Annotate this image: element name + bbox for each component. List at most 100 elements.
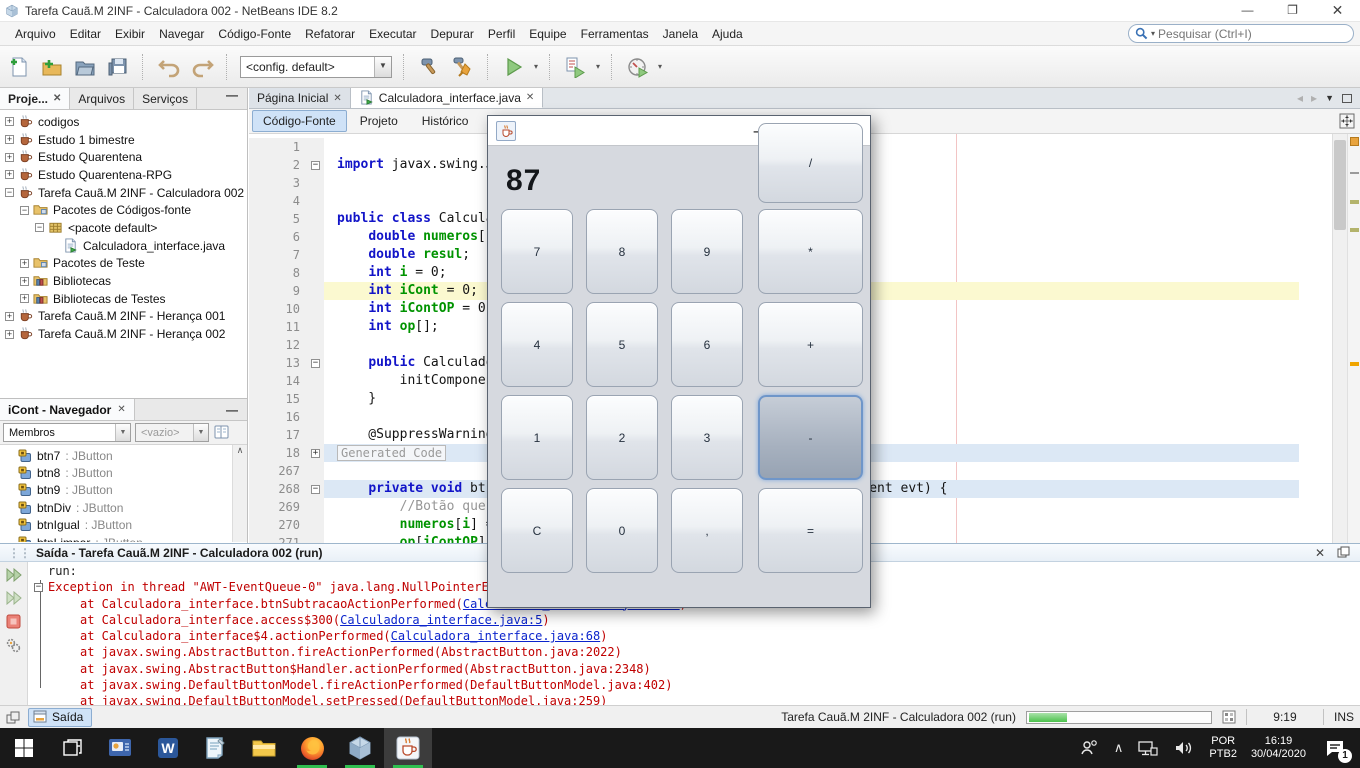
fold-toggle-icon[interactable]: + xyxy=(311,449,320,458)
navigator-member[interactable]: btnDiv: JButton xyxy=(0,499,247,516)
tab-scroll-right-icon[interactable]: ▸ xyxy=(1311,91,1317,105)
fold-toggle-icon[interactable]: − xyxy=(311,485,320,494)
tab-services[interactable]: Serviços xyxy=(134,88,197,109)
redo-button[interactable] xyxy=(189,54,215,80)
tree-expand-handle[interactable]: + xyxy=(5,117,14,126)
tree-item[interactable]: −Tarefa Cauã.M 2INF - Calculadora 002 xyxy=(0,184,247,202)
navigator-minimize-button[interactable]: — xyxy=(217,403,247,417)
output-close-icon[interactable]: ✕ xyxy=(1315,546,1325,560)
undo-button[interactable] xyxy=(156,54,182,80)
taskbar-java-app[interactable] xyxy=(384,728,432,768)
rerun-icon[interactable] xyxy=(5,568,23,582)
tree-item[interactable]: +Tarefa Cauã.M 2INF - Herança 001 xyxy=(0,308,247,326)
menu-cdigofonte[interactable]: Código-Fonte xyxy=(211,24,298,44)
minimize-button[interactable]: — xyxy=(1225,0,1270,22)
process-list-icon[interactable] xyxy=(1222,710,1236,724)
warning-stripe-mark[interactable] xyxy=(1350,137,1359,146)
ant-settings-icon[interactable] xyxy=(5,638,22,654)
chevron-down-icon[interactable]: ▾ xyxy=(658,62,662,71)
editor-tab[interactable]: Calculadora_interface.java✕ xyxy=(351,88,543,108)
calc-button-multiply[interactable]: * xyxy=(758,209,863,294)
run-button[interactable] xyxy=(501,54,527,80)
open-project-button[interactable] xyxy=(72,54,98,80)
tree-expand-handle[interactable]: + xyxy=(5,170,14,179)
tree-item[interactable]: +Estudo Quarentena xyxy=(0,148,247,166)
calc-button-4[interactable]: 4 xyxy=(501,302,573,387)
taskbar-explorer[interactable] xyxy=(240,728,288,768)
navigator-member[interactable]: btn7: JButton xyxy=(0,447,247,464)
chevron-down-icon[interactable]: ▾ xyxy=(596,62,600,71)
tree-item[interactable]: +Estudo 1 bimestre xyxy=(0,131,247,149)
calc-button-equals[interactable]: = xyxy=(758,488,863,573)
search-input[interactable] xyxy=(1158,27,1347,41)
tab-files[interactable]: Arquivos xyxy=(70,88,134,109)
taskbar-netbeans[interactable] xyxy=(336,728,384,768)
output-float-icon[interactable] xyxy=(1337,546,1350,560)
tree-expand-handle[interactable]: + xyxy=(20,259,29,268)
tab-close-icon[interactable]: ✕ xyxy=(53,93,61,104)
tab-close-icon[interactable]: ✕ xyxy=(333,93,341,104)
calc-button-divide[interactable]: / xyxy=(758,123,863,203)
navigator-close-icon[interactable]: ✕ xyxy=(117,404,125,415)
folded-code-badge[interactable]: Generated Code xyxy=(337,445,446,461)
menu-janela[interactable]: Janela xyxy=(656,24,705,44)
tree-item[interactable]: +Bibliotecas de Testes xyxy=(0,290,247,308)
calc-button-minus[interactable]: - xyxy=(758,395,863,480)
rerun-with-changes-icon[interactable] xyxy=(5,591,23,605)
calc-button-clear[interactable]: C xyxy=(501,488,573,573)
maximize-editor-icon[interactable] xyxy=(1342,94,1352,103)
calc-button-comma[interactable]: , xyxy=(671,488,743,573)
stripe-mark[interactable] xyxy=(1350,200,1359,204)
tab-close-icon[interactable]: ✕ xyxy=(526,92,534,103)
view-projeto[interactable]: Projeto xyxy=(349,110,409,132)
menu-navegar[interactable]: Navegar xyxy=(152,24,211,44)
tab-scroll-left-icon[interactable]: ◂ xyxy=(1297,91,1303,105)
taskbar-start[interactable] xyxy=(0,728,48,768)
tree-item[interactable]: −Pacotes de Códigos-fonte xyxy=(0,201,247,219)
stripe-mark[interactable] xyxy=(1350,362,1359,366)
editor-tab[interactable]: Página Inicial✕ xyxy=(249,88,351,108)
menu-depurar[interactable]: Depurar xyxy=(424,24,481,44)
calc-button-5[interactable]: 5 xyxy=(586,302,658,387)
menu-equipe[interactable]: Equipe xyxy=(522,24,573,44)
stacktrace-link[interactable]: Calculadora_interface.java:5 xyxy=(340,612,542,628)
tree-item[interactable]: Calculadora_interface.java xyxy=(0,237,247,255)
members-select[interactable]: Membros▼ xyxy=(3,423,131,442)
tree-expand-handle[interactable]: + xyxy=(20,294,29,303)
chevron-down-icon[interactable]: ▼ xyxy=(374,57,391,77)
calc-button-7[interactable]: 7 xyxy=(501,209,573,294)
view-histrico[interactable]: Histórico xyxy=(411,110,480,132)
menu-executar[interactable]: Executar xyxy=(362,24,423,44)
calc-button-0[interactable]: 0 xyxy=(586,488,658,573)
menu-exibir[interactable]: Exibir xyxy=(108,24,152,44)
tree-item[interactable]: +codigos xyxy=(0,113,247,131)
tree-item[interactable]: +Bibliotecas xyxy=(0,272,247,290)
profile-button[interactable] xyxy=(625,54,651,80)
volume-icon[interactable] xyxy=(1173,739,1195,757)
close-button[interactable]: ✕ xyxy=(1315,0,1360,22)
chevron-down-icon[interactable]: ▾ xyxy=(534,62,538,71)
tree-item[interactable]: +Pacotes de Teste xyxy=(0,255,247,273)
search-box[interactable]: ▾ xyxy=(1128,24,1354,43)
taskbar-task-view[interactable] xyxy=(48,728,96,768)
stripe-mark[interactable] xyxy=(1350,228,1359,232)
menu-perfil[interactable]: Perfil xyxy=(481,24,522,44)
build-button[interactable] xyxy=(417,54,443,80)
tree-item[interactable]: −<pacote default> xyxy=(0,219,247,237)
split-document-icon[interactable] xyxy=(1338,112,1356,130)
new-project-button[interactable] xyxy=(39,54,65,80)
calc-button-plus[interactable]: + xyxy=(758,302,863,387)
menu-refatorar[interactable]: Refatorar xyxy=(298,24,362,44)
navigator-member[interactable]: btnLimpar: JButton xyxy=(0,534,247,542)
navigator-member[interactable]: btn9: JButton xyxy=(0,482,247,499)
tree-expand-handle[interactable]: + xyxy=(5,153,14,162)
filter-select[interactable]: <vazio>▼ xyxy=(135,423,209,442)
tree-expand-handle[interactable]: + xyxy=(5,135,14,144)
menu-ajuda[interactable]: Ajuda xyxy=(705,24,750,44)
restore-button[interactable]: ❐ xyxy=(1270,0,1315,22)
taskbar-word[interactable]: W xyxy=(144,728,192,768)
menu-editar[interactable]: Editar xyxy=(63,24,108,44)
taskbar-presentation[interactable] xyxy=(96,728,144,768)
stop-icon[interactable] xyxy=(6,614,21,629)
calc-button-3[interactable]: 3 xyxy=(671,395,743,480)
